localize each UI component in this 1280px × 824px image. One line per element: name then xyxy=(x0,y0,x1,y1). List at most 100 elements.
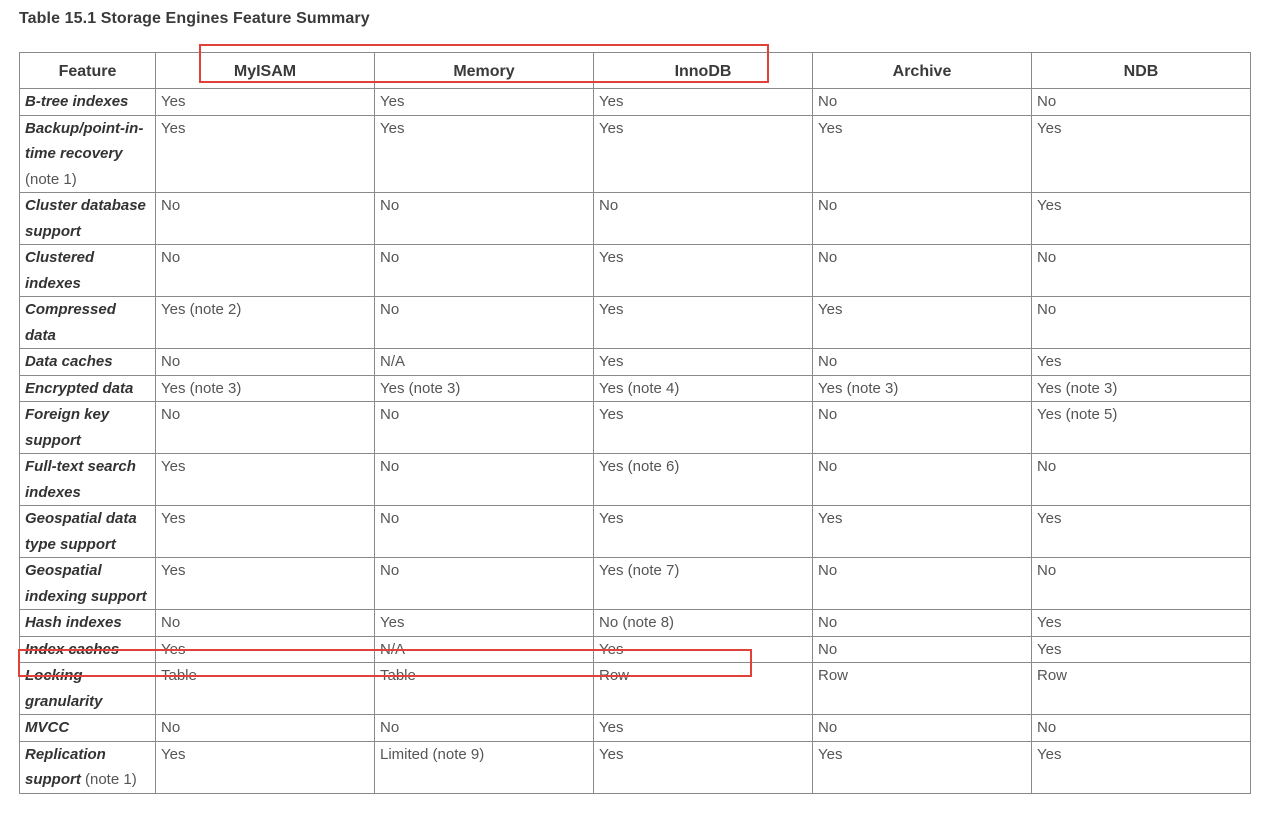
value-cell-memory: No xyxy=(374,401,594,454)
feature-name-cell: Locking granularity xyxy=(19,662,156,715)
value-cell-myisam: Yes xyxy=(155,740,375,794)
feature-name: Clustered indexes xyxy=(25,249,95,292)
feature-name-cell: Backup/point-in-time recovery (note 1) xyxy=(19,114,156,193)
feature-name: Encrypted data xyxy=(25,379,134,397)
value-cell-memory: No xyxy=(374,244,594,297)
feature-name-cell: Encrypted data xyxy=(19,374,156,402)
value-cell-innodb: Yes (note 4) xyxy=(593,374,813,402)
value-cell-ndb: Yes xyxy=(1031,505,1251,558)
value-cell-myisam: No xyxy=(155,714,375,742)
feature-name-cell: MVCC xyxy=(19,714,156,742)
table-row: Backup/point-in-time recovery (note 1) Ye… xyxy=(19,114,1251,193)
value-cell-innodb: Yes xyxy=(593,88,813,116)
value-cell-memory: N/A xyxy=(374,348,594,376)
value-cell-archive: No xyxy=(812,609,1032,637)
value-cell-myisam: Yes (note 2) xyxy=(155,296,375,349)
table-row: Geospatial data type support Yes No Yes Yes Y… xyxy=(19,505,1251,558)
value-cell-memory: No xyxy=(374,714,594,742)
feature-name-cell: Compressed data xyxy=(19,296,156,349)
feature-note: (note 1) xyxy=(25,170,77,188)
table-row: MVCC No No Yes No No xyxy=(19,714,1251,742)
value-cell-archive: Yes xyxy=(812,505,1032,558)
feature-name-cell: Index caches xyxy=(19,635,156,663)
feature-name-cell: Clustered indexes xyxy=(19,244,156,297)
header-row: Feature MyISAM Memory InnoDB Archive NDB xyxy=(19,52,1251,89)
feature-name: MVCC xyxy=(25,719,70,736)
table-row: Foreign key support No No Yes No Yes (note 5) xyxy=(19,401,1251,454)
value-cell-archive: No xyxy=(812,88,1032,116)
value-cell-memory: Yes xyxy=(374,609,594,637)
value-cell-memory: No xyxy=(374,296,594,349)
feature-name-cell: B-tree indexes xyxy=(19,88,156,116)
value-cell-ndb: Yes xyxy=(1031,609,1251,637)
table-row: Data caches No N/A Yes No Yes xyxy=(19,348,1251,376)
header-engine-archive: Archive xyxy=(812,52,1032,89)
value-cell-archive: Yes xyxy=(812,114,1032,193)
feature-name: B-tree indexes xyxy=(25,93,129,110)
table-row: Index caches Yes N/A Yes No Yes xyxy=(19,635,1251,663)
table-caption: Table 15.1 Storage Engines Feature Summa… xyxy=(19,10,370,27)
value-cell-archive: No xyxy=(812,244,1032,297)
feature-name: Foreign key support xyxy=(25,406,110,449)
value-cell-memory: No xyxy=(374,505,594,558)
value-cell-ndb: No xyxy=(1031,296,1251,349)
value-cell-myisam: Yes xyxy=(155,635,375,663)
value-cell-archive: No xyxy=(812,557,1032,610)
value-cell-myisam: Yes (note 3) xyxy=(155,374,375,402)
value-cell-ndb: Yes xyxy=(1031,114,1251,193)
value-cell-memory: N/A xyxy=(374,635,594,663)
value-cell-innodb: Yes xyxy=(593,740,813,794)
value-cell-archive: No xyxy=(812,714,1032,742)
value-cell-archive: Yes xyxy=(812,740,1032,794)
value-cell-ndb: No xyxy=(1031,453,1251,506)
table-row: Cluster database support No No No No Yes xyxy=(19,192,1251,245)
value-cell-innodb: Row xyxy=(593,662,813,715)
value-cell-innodb: Yes xyxy=(593,635,813,663)
table-body: B-tree indexes Yes Yes Yes No No Backup/point-… xyxy=(19,88,1251,794)
value-cell-ndb: Yes (note 5) xyxy=(1031,401,1251,454)
value-cell-ndb: No xyxy=(1031,88,1251,116)
value-cell-innodb: Yes xyxy=(593,244,813,297)
value-cell-archive: No xyxy=(812,348,1032,376)
feature-name-cell: Foreign key support xyxy=(19,401,156,454)
feature-note: (note 1) xyxy=(85,771,137,788)
value-cell-innodb: Yes xyxy=(593,114,813,193)
value-cell-ndb: Yes xyxy=(1031,635,1251,663)
header-engine-memory: Memory xyxy=(374,52,594,89)
value-cell-memory: Yes (note 3) xyxy=(374,374,594,402)
feature-name: Full-text search indexes xyxy=(25,458,136,501)
value-cell-archive: Yes (note 3) xyxy=(812,374,1032,402)
value-cell-ndb: Row xyxy=(1031,662,1251,715)
value-cell-innodb: No (note 8) xyxy=(593,609,813,637)
value-cell-myisam: Yes xyxy=(155,505,375,558)
feature-name: Compressed data xyxy=(25,301,116,344)
value-cell-archive: No xyxy=(812,453,1032,506)
feature-name-cell: Geospatial data type support xyxy=(19,505,156,558)
value-cell-memory: Yes xyxy=(374,114,594,193)
value-cell-archive: No xyxy=(812,635,1032,663)
value-cell-archive: Yes xyxy=(812,296,1032,349)
value-cell-myisam: Yes xyxy=(155,114,375,193)
value-cell-ndb: Yes (note 3) xyxy=(1031,374,1251,402)
value-cell-myisam: No xyxy=(155,401,375,454)
value-cell-myisam: Yes xyxy=(155,453,375,506)
value-cell-ndb: Yes xyxy=(1031,192,1251,245)
header-feature: Feature xyxy=(19,52,156,89)
feature-name: Index caches xyxy=(25,640,120,658)
value-cell-ndb: No xyxy=(1031,557,1251,610)
value-cell-innodb: Yes xyxy=(593,714,813,742)
feature-name: Geospatial data type support xyxy=(25,510,137,553)
feature-name: Hash indexes xyxy=(25,614,122,631)
table-row: Encrypted data Yes (note 3) Yes (note 3) Ye… xyxy=(19,374,1251,402)
table-row: Hash indexes No Yes No (note 8) No Yes xyxy=(19,609,1251,637)
feature-name-cell: Replication support (note 1) xyxy=(19,740,156,794)
header-engine-ndb: NDB xyxy=(1031,52,1251,89)
value-cell-archive: No xyxy=(812,192,1032,245)
value-cell-myisam: No xyxy=(155,348,375,376)
value-cell-myisam: No xyxy=(155,192,375,245)
value-cell-memory: No xyxy=(374,192,594,245)
value-cell-myisam: Table xyxy=(155,662,375,715)
value-cell-memory: Yes xyxy=(374,88,594,116)
feature-name: Data caches xyxy=(25,353,113,370)
value-cell-ndb: No xyxy=(1031,244,1251,297)
